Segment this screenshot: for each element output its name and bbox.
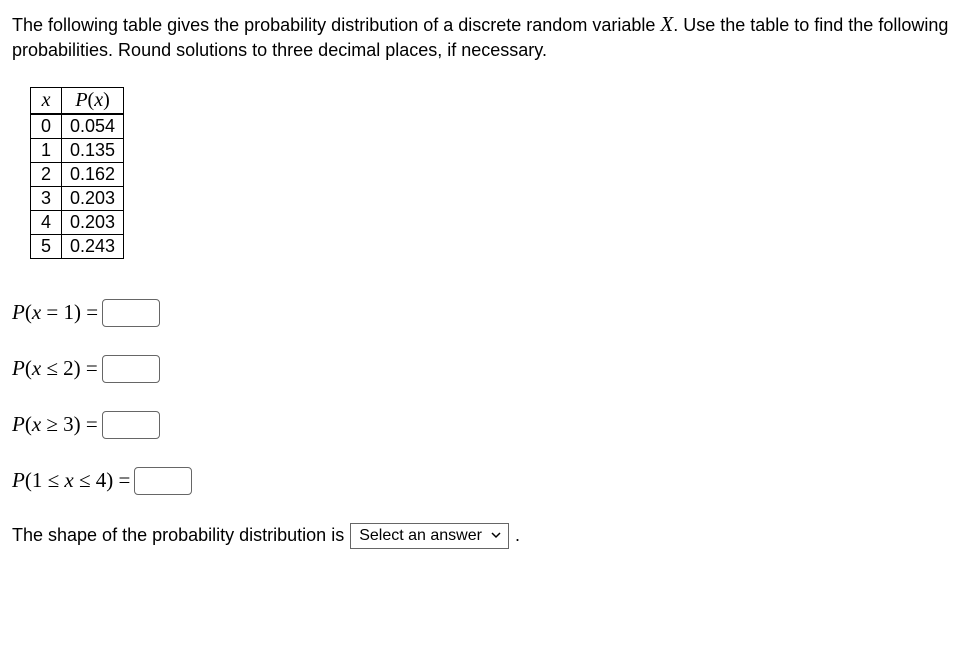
answer-input-q1[interactable] [102, 299, 160, 327]
shape-select-label: Select an answer [359, 527, 482, 545]
cell-p: 0.162 [62, 162, 124, 186]
answer-input-q2[interactable] [102, 355, 160, 383]
intro-before: The following table gives the probabilit… [12, 15, 660, 35]
cell-p: 0.243 [62, 234, 124, 258]
cell-p: 0.135 [62, 138, 124, 162]
intro-x-symbol: X [660, 12, 673, 36]
table-row: 00.054 [31, 114, 124, 139]
cell-x: 1 [31, 138, 62, 162]
question-label: P(1 ≤ x ≤ 4) = [12, 468, 130, 493]
question-p-1-le-x-le-4: P(1 ≤ x ≤ 4) = [12, 467, 956, 495]
table-row: 40.203 [31, 210, 124, 234]
cell-p: 0.203 [62, 186, 124, 210]
table-row: 10.135 [31, 138, 124, 162]
shape-question: The shape of the probability distributio… [12, 523, 956, 549]
intro-text: The following table gives the probabilit… [12, 10, 956, 63]
question-label: P(x ≥ 3) = [12, 412, 98, 437]
table-header-x: x [31, 87, 62, 114]
chevron-down-icon [490, 529, 502, 543]
answer-input-q4[interactable] [134, 467, 192, 495]
question-p-x-ge-3: P(x ≥ 3) = [12, 411, 956, 439]
cell-x: 2 [31, 162, 62, 186]
table-row: 20.162 [31, 162, 124, 186]
question-label: P(x = 1) = [12, 300, 98, 325]
table-header-row: x P(x) [31, 87, 124, 114]
cell-x: 5 [31, 234, 62, 258]
cell-p: 0.054 [62, 114, 124, 139]
shape-select[interactable]: Select an answer [350, 523, 509, 549]
table-header-px: P(x) [62, 87, 124, 114]
table-row: 50.243 [31, 234, 124, 258]
table-row: 30.203 [31, 186, 124, 210]
shape-text-before: The shape of the probability distributio… [12, 525, 344, 546]
question-p-x-equals-1: P(x = 1) = [12, 299, 956, 327]
cell-x: 0 [31, 114, 62, 139]
cell-x: 3 [31, 186, 62, 210]
question-p-x-le-2: P(x ≤ 2) = [12, 355, 956, 383]
answer-input-q3[interactable] [102, 411, 160, 439]
cell-x: 4 [31, 210, 62, 234]
probability-table: x P(x) 00.054 10.135 20.162 30.203 40.20… [30, 87, 124, 259]
shape-text-after: . [515, 525, 520, 546]
cell-p: 0.203 [62, 210, 124, 234]
question-label: P(x ≤ 2) = [12, 356, 98, 381]
